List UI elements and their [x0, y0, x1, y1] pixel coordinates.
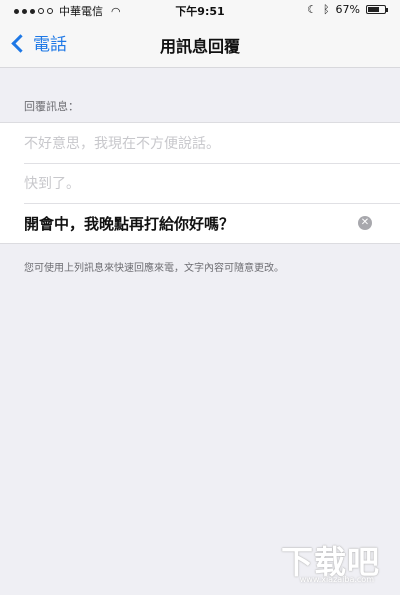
response-field-1[interactable]: 不好意思，我現在不方便說話。	[0, 123, 400, 163]
moon-icon: ☾	[307, 3, 317, 16]
section-header: 回覆訊息：	[24, 100, 79, 113]
clear-text-icon[interactable]: ✕	[358, 216, 372, 230]
footer-note: 您可使用上列訊息來快速回應來電，文字內容可隨意更改。	[24, 263, 284, 274]
responses-list: 不好意思，我現在不方便說話。 快到了。 開會中，我晚點再打給你好嗎？ ✕	[0, 122, 400, 244]
battery-percent: 67%	[335, 3, 360, 16]
response-field-3[interactable]: 開會中，我晚點再打給你好嗎？ ✕	[0, 203, 400, 243]
navigation-bar: 電話 用訊息回覆	[0, 20, 400, 68]
page-title: 用訊息回覆	[159, 37, 240, 56]
status-right: ☾ ᛒ 67%	[307, 3, 388, 16]
watermark-logo: 下载吧 www.xiazaiba.com	[250, 537, 390, 584]
response-placeholder: 不好意思，我現在不方便說話。	[24, 136, 220, 152]
watermark-url: www.xiazaiba.com	[299, 575, 374, 584]
status-bar: 中華電信 ◠ 下午9:51 ☾ ᛒ 67%	[0, 0, 400, 20]
bluetooth-icon: ᛒ	[322, 3, 330, 16]
response-field-2[interactable]: 快到了。	[0, 163, 400, 203]
response-placeholder: 快到了。	[24, 176, 80, 192]
battery-icon	[366, 5, 388, 14]
response-value: 開會中，我晚點再打給你好嗎？	[24, 214, 235, 233]
